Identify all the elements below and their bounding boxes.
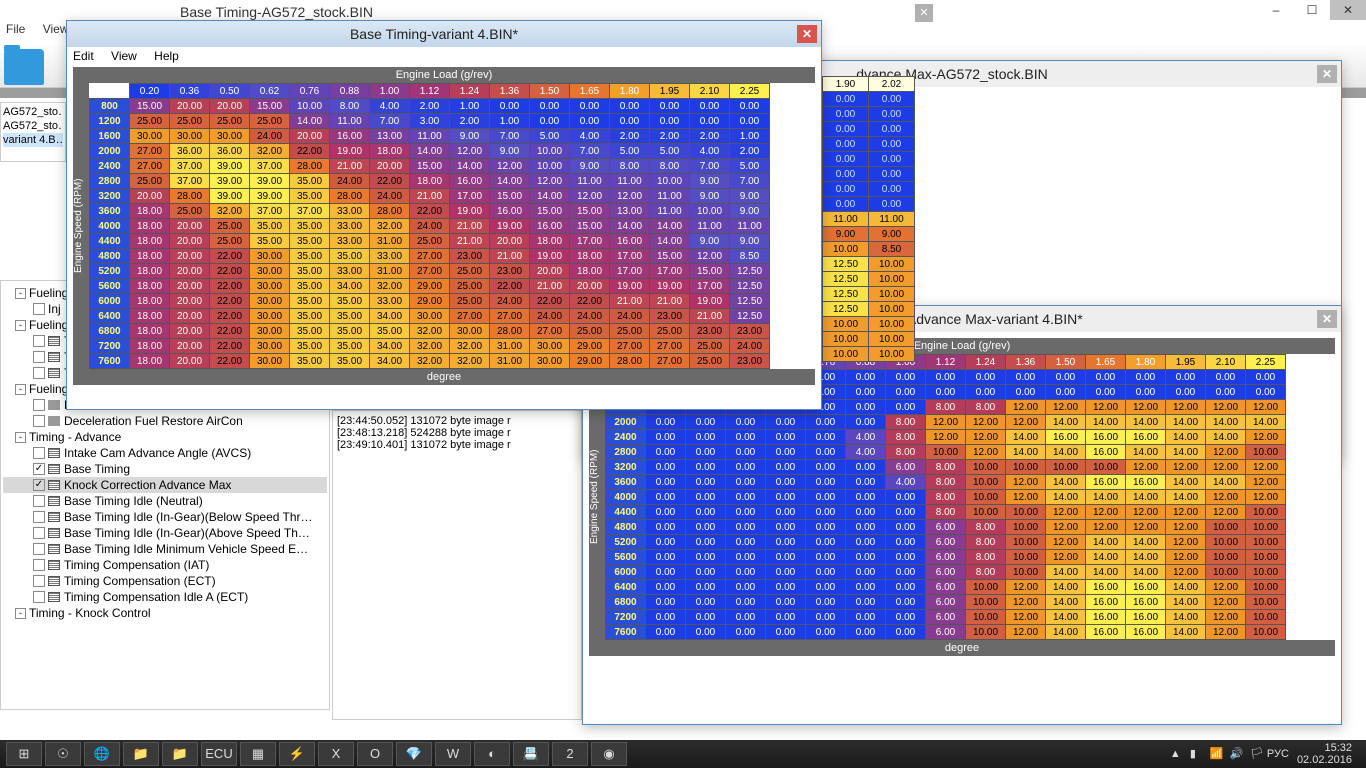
- window-title: Base Timing-variant 4.BIN*: [71, 26, 797, 42]
- tree-item[interactable]: Deceleration Fuel Restore AirCon: [3, 413, 327, 429]
- taskbar-button[interactable]: 💎: [396, 742, 432, 766]
- tree-item[interactable]: -Timing - Advance: [3, 429, 327, 445]
- tree-item[interactable]: Base Timing Idle (In-Gear)(Below Speed T…: [3, 509, 327, 525]
- base-timing-variant-window[interactable]: Base Timing-variant 4.BIN* ✕ Edit View H…: [66, 20, 822, 410]
- taskbar-button[interactable]: ☉: [45, 742, 81, 766]
- tree-item[interactable]: Base Timing Idle Minimum Vehicle Speed E…: [3, 541, 327, 557]
- base-timing-table[interactable]: 0.200.360.500.620.760.881.001.121.241.36…: [89, 83, 770, 369]
- tray-icon[interactable]: 🔊: [1230, 747, 1244, 761]
- clock[interactable]: 15:3202.02.2016: [1297, 742, 1352, 766]
- file-list[interactable]: AG572_sto…AG572_sto…variant 4.B…: [0, 102, 66, 162]
- taskbar-button[interactable]: ECU: [201, 742, 237, 766]
- file-item[interactable]: variant 4.B…: [3, 133, 63, 147]
- close-button[interactable]: ✕: [1330, 0, 1366, 20]
- menu-help[interactable]: Help: [154, 49, 179, 63]
- taskbar-button[interactable]: ◉: [591, 742, 627, 766]
- tree-item[interactable]: Base Timing Idle (Neutral): [3, 493, 327, 509]
- taskbar-button[interactable]: O: [357, 742, 393, 766]
- file-item[interactable]: AG572_sto…: [3, 119, 63, 133]
- taskbar-button[interactable]: ⊞: [6, 742, 42, 766]
- tree-item[interactable]: -Timing - Knock Control: [3, 605, 327, 621]
- window-menubar: Edit View Help: [67, 47, 821, 67]
- taskbar-button[interactable]: X: [318, 742, 354, 766]
- tray-icon[interactable]: ▲: [1170, 748, 1184, 762]
- minimize-button[interactable]: –: [1258, 0, 1294, 20]
- log-panel: [23:44:50.052] 131072 byte image r[23:48…: [332, 410, 582, 720]
- menu-edit[interactable]: Edit: [73, 49, 94, 63]
- tray-icon[interactable]: ▮: [1190, 747, 1204, 761]
- tree-item[interactable]: Timing Compensation Idle A (ECT): [3, 589, 327, 605]
- taskbar-button[interactable]: 📁: [123, 742, 159, 766]
- maximize-button[interactable]: ☐: [1294, 0, 1330, 20]
- taskbar-button[interactable]: W: [435, 742, 471, 766]
- tree-item[interactable]: Timing Compensation (IAT): [3, 557, 327, 573]
- close-icon[interactable]: ✕: [1317, 310, 1337, 328]
- taskbar-button[interactable]: ◐: [474, 742, 510, 766]
- menu-view[interactable]: View: [111, 49, 137, 63]
- stock-extra-columns: 1.902.020.000.000.000.000.000.000.000.00…: [822, 76, 932, 362]
- unit-label: degree: [73, 369, 815, 385]
- taskbar-button[interactable]: 2: [552, 742, 588, 766]
- tray-icon[interactable]: 🏳: [1250, 747, 1264, 761]
- load-axis-label: Engine Load (g/rev): [73, 67, 815, 83]
- taskbar-button[interactable]: 📁: [162, 742, 198, 766]
- app-window-controls: – ☐ ✕: [1258, 0, 1366, 20]
- taskbar-button[interactable]: ▦: [240, 742, 276, 766]
- close-icon[interactable]: ✕: [1317, 65, 1337, 83]
- tray-icon[interactable]: 📶: [1210, 747, 1224, 761]
- tree-item[interactable]: Base Timing Idle (In-Gear)(Above Speed T…: [3, 525, 327, 541]
- tree-item[interactable]: Intake Cam Advance Angle (AVCS): [3, 445, 327, 461]
- bg-close-button[interactable]: ✕: [915, 4, 933, 22]
- unit-label: degree: [589, 640, 1335, 656]
- taskbar-button[interactable]: 🌐: [84, 742, 120, 766]
- tree-item[interactable]: ✓Base Timing: [3, 461, 327, 477]
- rpm-axis-label: Engine Speed (RPM): [73, 83, 89, 369]
- close-icon[interactable]: ✕: [797, 25, 817, 43]
- taskbar[interactable]: ⊞☉🌐📁📁ECU▦⚡XO💎W◐📇2◉ ▲▮📶🔊🏳 РУС 15:3202.02.…: [0, 740, 1366, 768]
- taskbar-button[interactable]: ⚡: [279, 742, 315, 766]
- tree-item[interactable]: ✓Knock Correction Advance Max: [3, 477, 327, 493]
- menu-file[interactable]: File: [6, 22, 25, 36]
- menu-view[interactable]: View: [43, 22, 69, 36]
- open-folder-icon[interactable]: [4, 49, 44, 85]
- bg-window-title: Base Timing-AG572_stock.BIN: [180, 4, 373, 20]
- taskbar-button[interactable]: 📇: [513, 742, 549, 766]
- tree-item[interactable]: Timing Compensation (ECT): [3, 573, 327, 589]
- file-item[interactable]: AG572_sto…: [3, 105, 63, 119]
- lang-indicator[interactable]: РУС: [1267, 748, 1289, 760]
